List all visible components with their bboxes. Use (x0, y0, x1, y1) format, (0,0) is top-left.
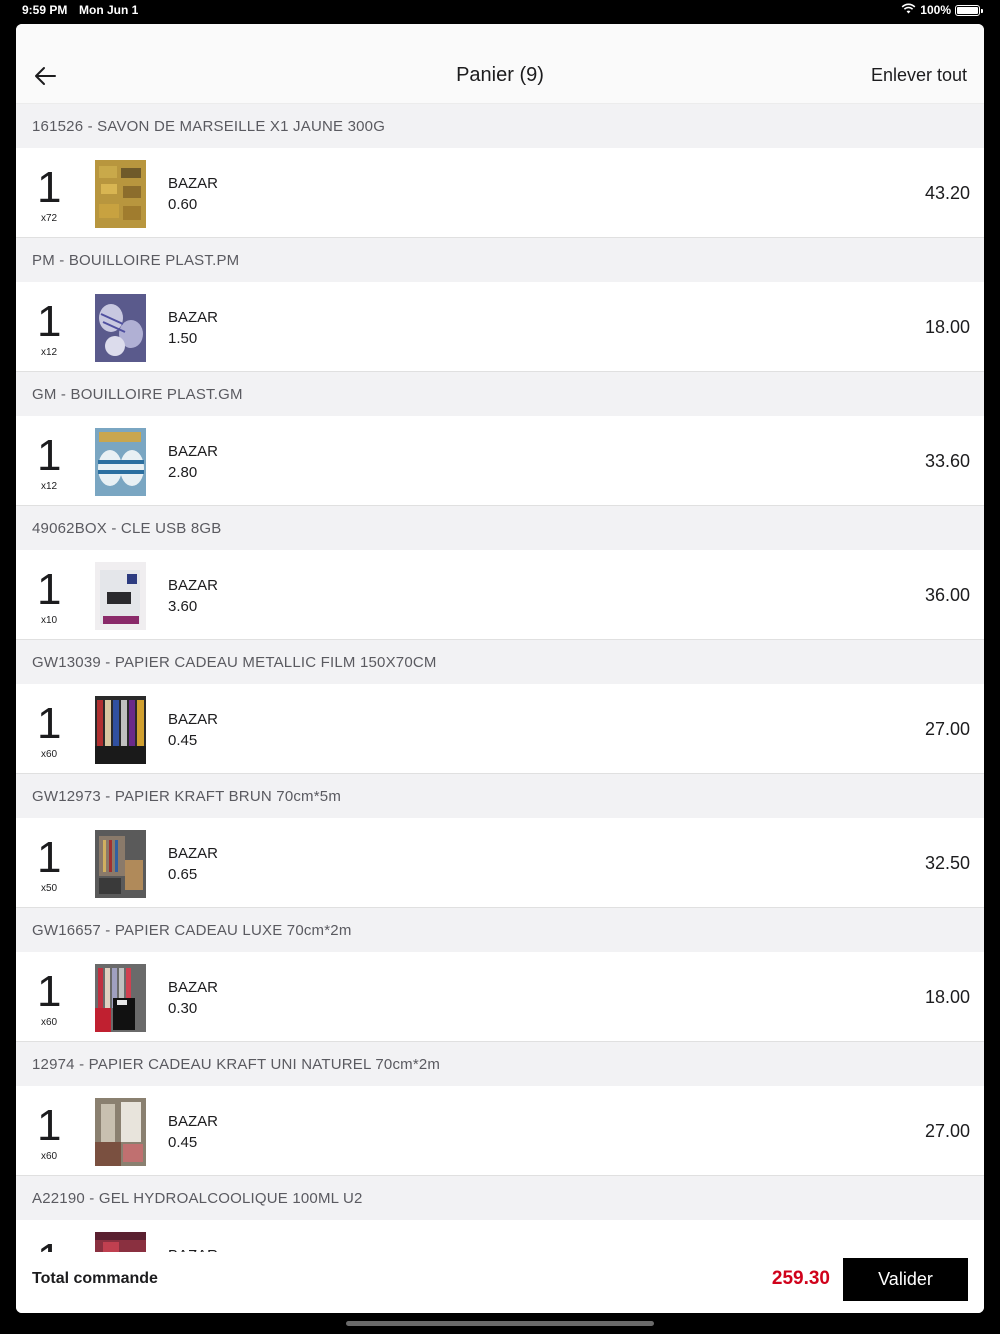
item-unit-price: 3.60 (168, 598, 198, 615)
battery-percent: 100% (920, 3, 951, 17)
cart-sheet: Panier (9) Enlever tout 161526 - SAVON D… (16, 24, 984, 1313)
validate-button[interactable]: Valider (843, 1258, 968, 1301)
product-image (95, 294, 146, 362)
home-indicator (346, 1321, 654, 1326)
item-quantity[interactable]: 1 (37, 1102, 61, 1150)
cart-item: 12974 - PAPIER CADEAU KRAFT UNI NATUREL … (16, 1042, 984, 1176)
item-header: 49062BOX - CLE USB 8GB (16, 506, 984, 550)
cart-item: 161526 - SAVON DE MARSEILLE X1 JAUNE 300… (16, 104, 984, 238)
item-category: BAZAR (168, 845, 219, 862)
item-row[interactable]: 1 x50 BAZAR 0.65 32.50 (16, 818, 984, 908)
battery-icon (955, 4, 983, 16)
item-row[interactable]: 1 x12 BAZAR 1.50 18.00 (16, 282, 984, 372)
product-image (95, 562, 146, 630)
item-line-total: 32.50 (924, 853, 970, 873)
item-unit-price: 0.45 (168, 732, 198, 749)
battery-level (957, 6, 978, 14)
item-quantity[interactable]: 1 (37, 968, 61, 1016)
product-image (95, 1098, 146, 1166)
product-image (95, 1232, 146, 1252)
item-quantity[interactable]: 1 (37, 298, 61, 346)
status-date: Mon Jun 1 (79, 3, 139, 17)
cart-item: A22190 - GEL HYDROALCOOLIQUE 100ML U2 1 … (16, 1176, 984, 1252)
total-label: Total commande (32, 1270, 158, 1287)
product-image (95, 830, 146, 898)
item-category: BAZAR (168, 577, 219, 594)
item-category: BAZAR (168, 443, 219, 460)
item-quantity[interactable]: 1 (37, 700, 61, 748)
item-line-total: 27.00 (924, 719, 970, 739)
cart-list[interactable]: 161526 - SAVON DE MARSEILLE X1 JAUNE 300… (16, 104, 984, 1252)
item-quantity[interactable]: 1 (37, 566, 61, 614)
item-header: 12974 - PAPIER CADEAU KRAFT UNI NATUREL … (16, 1042, 984, 1086)
item-pack-size: x12 (41, 347, 58, 358)
item-unit-price: 2.80 (168, 464, 198, 481)
status-indicators: 100% (901, 3, 983, 17)
cart-item: GM - BOUILLOIRE PLAST.GM 1 x12 BAZAR 2.8… (16, 372, 984, 506)
total-value: 259.30 (771, 1268, 830, 1289)
item-header: GW16657 - PAPIER CADEAU LUXE 70cm*2m (16, 908, 984, 952)
item-unit-price: 0.60 (168, 196, 198, 213)
item-header: A22190 - GEL HYDROALCOOLIQUE 100ML U2 (16, 1176, 984, 1220)
item-pack-size: x50 (41, 883, 58, 894)
item-pack-size: x60 (41, 749, 58, 760)
cart-item: PM - BOUILLOIRE PLAST.PM 1 x12 BAZAR 1.5… (16, 238, 984, 372)
item-row[interactable]: 1 x12 BAZAR 2.80 33.60 (16, 416, 984, 506)
order-footer: Total commande 259.30 Valider (16, 1252, 984, 1313)
item-row[interactable]: 1 x60 BAZAR 0.45 27.00 (16, 684, 984, 774)
item-quantity[interactable]: 1 (37, 834, 61, 882)
item-unit-price: 1.50 (168, 330, 198, 347)
item-pack-size: x60 (41, 1151, 58, 1162)
item-pack-size: x12 (41, 481, 58, 492)
cart-item: GW13039 - PAPIER CADEAU METALLIC FILM 15… (16, 640, 984, 774)
item-category: BAZAR (168, 979, 219, 996)
cart-item: GW16657 - PAPIER CADEAU LUXE 70cm*2m 1 x… (16, 908, 984, 1042)
item-header: PM - BOUILLOIRE PLAST.PM (16, 238, 984, 282)
item-category: BAZAR (168, 1113, 219, 1130)
item-line-total: 18.00 (924, 987, 970, 1007)
item-row[interactable]: 1 x60 BAZAR 0.30 18.00 (16, 952, 984, 1042)
item-unit-price: 0.45 (168, 1134, 198, 1151)
arrow-left-icon (35, 67, 56, 85)
item-line-total: 33.60 (924, 451, 970, 471)
cart-item: 49062BOX - CLE USB 8GB 1 x10 BAZAR 3.60 … (16, 506, 984, 640)
item-pack-size: x72 (41, 213, 58, 224)
item-line-total: 27.00 (924, 1121, 970, 1141)
item-header: GW13039 - PAPIER CADEAU METALLIC FILM 15… (16, 640, 984, 684)
product-image (95, 428, 146, 496)
status-time: 9:59 PM (22, 3, 68, 17)
item-quantity[interactable]: 1 (37, 432, 61, 480)
status-bar: 9:59 PM Mon Jun 1 100% (0, 0, 1000, 22)
item-quantity[interactable]: 1 (37, 1236, 61, 1253)
item-header: GM - BOUILLOIRE PLAST.GM (16, 372, 984, 416)
item-category: BAZAR (168, 711, 219, 728)
item-category: BAZAR (168, 309, 219, 326)
product-image (95, 696, 146, 764)
item-pack-size: x60 (41, 1017, 58, 1028)
item-row[interactable]: 1 x72 BAZAR 0.60 43.20 (16, 148, 984, 238)
item-pack-size: x10 (41, 615, 58, 626)
item-quantity[interactable]: 1 (37, 164, 61, 212)
item-category: BAZAR (168, 175, 219, 192)
item-header: 161526 - SAVON DE MARSEILLE X1 JAUNE 300… (16, 104, 984, 148)
nav-bar: Panier (9) Enlever tout (16, 24, 984, 104)
item-row[interactable]: 1 x60 BAZAR 0.45 27.00 (16, 1086, 984, 1176)
wifi-icon (901, 3, 916, 17)
item-header: GW12973 - PAPIER KRAFT BRUN 70cm*5m (16, 774, 984, 818)
item-unit-price: 0.30 (168, 1000, 198, 1017)
item-row[interactable]: 1 x10 BAZAR 3.60 36.00 (16, 550, 984, 640)
item-unit-price: 0.65 (168, 866, 198, 883)
item-row[interactable]: 1 x12 BAZAR 2.00 24.00 (16, 1220, 984, 1252)
remove-all-button[interactable]: Enlever tout (871, 65, 967, 86)
product-image (95, 160, 146, 228)
product-image (95, 964, 146, 1032)
item-line-total: 18.00 (924, 317, 970, 337)
item-line-total: 43.20 (924, 183, 970, 203)
page-title: Panier (9) (456, 64, 544, 86)
cart-item: GW12973 - PAPIER KRAFT BRUN 70cm*5m 1 x5… (16, 774, 984, 908)
item-line-total: 36.00 (924, 585, 970, 605)
back-button[interactable] (32, 62, 60, 90)
